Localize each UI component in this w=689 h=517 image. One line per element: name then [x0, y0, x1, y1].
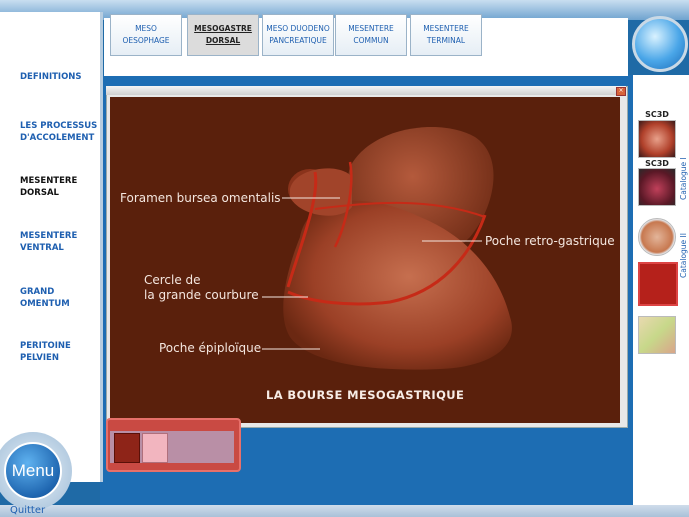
tab-meso-oesophage[interactable]: MESO OESOPHAGE: [110, 14, 182, 56]
filmstrip-thumb[interactable]: [142, 433, 168, 463]
sidebar-item-mesentere-dorsal[interactable]: MESENTERE DORSAL: [20, 175, 100, 199]
tab-label-line1: MESENTERE: [348, 24, 394, 33]
label-foramen: Foramen bursea omentalis: [120, 191, 281, 205]
sidebar-item-peritoine-pelvien[interactable]: PERITOINE PELVIEN: [20, 340, 100, 364]
frame-titlebar: [106, 86, 626, 95]
menu-button[interactable]: Menu: [4, 442, 62, 500]
tab-mesogastre-dorsal[interactable]: MESOGASTRE DORSAL: [187, 14, 259, 56]
sidebar-item-mesentere-ventral[interactable]: MESENTERE VENTRAL: [20, 230, 100, 254]
tab-label-line2: OESOPHAGE: [122, 36, 170, 45]
label-cercle-line2: la grande courbure: [144, 288, 259, 302]
anatomy-viewer: Foramen bursea omentalis Poche retro-gas…: [110, 97, 620, 423]
bottom-bar: [0, 505, 689, 517]
label-poche-epiploique: Poche épiploïque: [159, 341, 262, 355]
filmstrip-thumb[interactable]: [114, 433, 140, 463]
label-cercle-line1: Cercle de: [144, 273, 201, 287]
sc3d-label: SC3D: [645, 110, 669, 119]
image-caption: LA BOURSE MESOGASTRIQUE: [266, 388, 465, 402]
close-icon[interactable]: ×: [616, 87, 626, 96]
tab-meso-duodeno-pancreatique[interactable]: MESO DUODENO PANCREATIQUE: [262, 14, 334, 56]
label-poche-retro-gastrique: Poche retro-gastrique: [485, 234, 615, 248]
anatomy-illustration: [262, 127, 512, 370]
sidebar-item-grand-omentum[interactable]: GRAND OMENTUM: [20, 286, 100, 310]
sidebar-item-processus-accolement[interactable]: LES PROCESSUS D'ACCOLEMENT: [20, 120, 100, 144]
thumbnail-active[interactable]: [638, 262, 678, 306]
catalogue-2-link[interactable]: Catalogue II: [679, 228, 688, 278]
tab-label-line2: PANCREATIQUE: [269, 36, 327, 45]
tab-label-line2: TERMINAL: [426, 36, 466, 45]
thumbnail-sc3d-1[interactable]: [638, 120, 676, 158]
tab-label-line1: MESENTERE: [423, 24, 469, 33]
thumbnail-sc3d-2[interactable]: [638, 168, 676, 206]
quit-link[interactable]: Quitter: [10, 505, 45, 516]
tab-mesentere-commun[interactable]: MESENTERE COMMUN: [335, 14, 407, 56]
tab-mesentere-terminal[interactable]: MESENTERE TERMINAL: [410, 14, 482, 56]
tab-label-line1: MESO DUODENO: [266, 24, 330, 33]
tab-label-line2: COMMUN: [353, 36, 389, 45]
tab-label-line2: DORSAL: [205, 36, 241, 45]
thumbnail-anatomy[interactable]: [638, 316, 676, 354]
sc3d-label: SC3D: [645, 159, 669, 168]
globe-button[interactable]: [632, 16, 688, 72]
tab-label-line1: MESOGASTRE: [194, 24, 252, 33]
tab-label-line1: MESO: [135, 24, 157, 33]
thumbnail-round[interactable]: [638, 218, 676, 256]
sidebar-item-definitions[interactable]: DEFINITIONS: [20, 71, 100, 83]
catalogue-1-link[interactable]: Catalogue I: [679, 155, 688, 200]
